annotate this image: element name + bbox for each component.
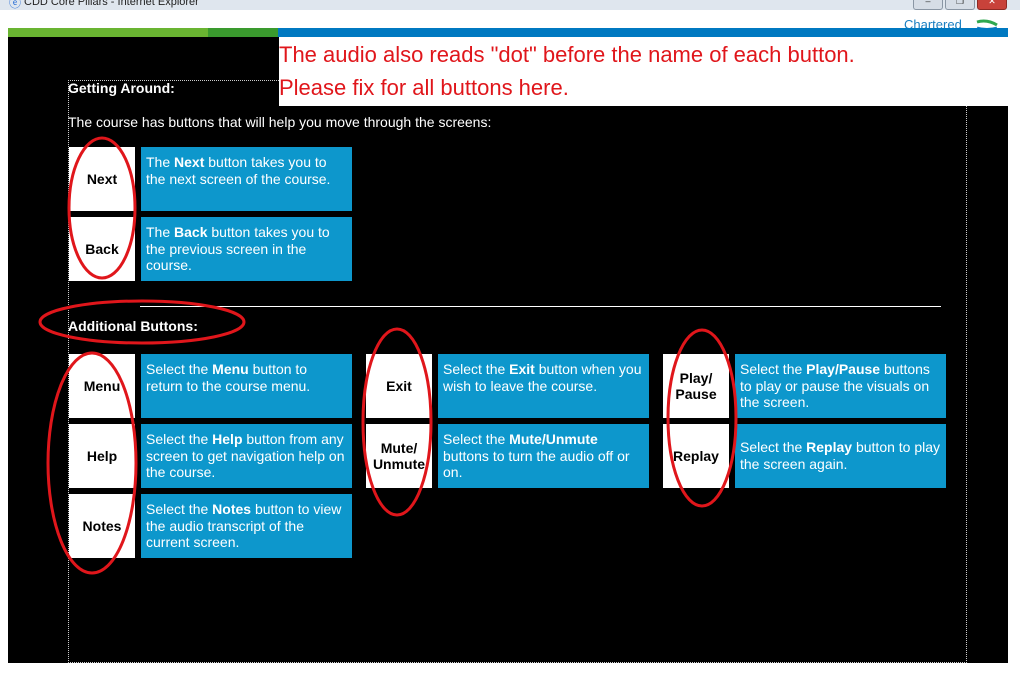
help-button[interactable]: Help bbox=[69, 424, 135, 488]
brand-bar: Chartered bbox=[0, 10, 1020, 37]
back-button[interactable]: Back bbox=[69, 217, 135, 281]
mute-unmute-description: Select the Mute/Unmute buttons to turn t… bbox=[438, 424, 649, 488]
play-pause-description: Select the Play/Pause buttons to play or… bbox=[735, 354, 946, 418]
header-stripe-green-light bbox=[8, 28, 208, 37]
exit-description: Select the Exit button when you wish to … bbox=[438, 354, 649, 418]
back-description: The Back button takes you to the previou… bbox=[141, 217, 352, 281]
mute-unmute-button[interactable]: Mute/ Unmute bbox=[366, 424, 432, 488]
window-title: CDD Core Pillars - Internet Explorer bbox=[24, 0, 199, 8]
header-stripe-blue bbox=[278, 28, 1008, 37]
section-divider bbox=[140, 306, 941, 307]
internet-explorer-icon: ⓔ bbox=[9, 0, 22, 10]
replay-button[interactable]: Replay bbox=[663, 424, 729, 488]
notes-button[interactable]: Notes bbox=[69, 494, 135, 558]
menu-description: Select the Menu button to return to the … bbox=[141, 354, 352, 418]
window-titlebar: ⓔ CDD Core Pillars - Internet Explorer –… bbox=[0, 0, 1020, 10]
minimize-button[interactable]: – bbox=[913, 0, 943, 10]
menu-button[interactable]: Menu bbox=[69, 354, 135, 418]
replay-description: Select the Replay button to play the scr… bbox=[735, 424, 946, 488]
play-pause-button[interactable]: Play/ Pause bbox=[663, 354, 729, 418]
annotation-line-2: Please fix for all buttons here. bbox=[279, 75, 569, 100]
header-stripe-green-dark bbox=[208, 28, 278, 37]
help-description: Select the Help button from any screen t… bbox=[141, 424, 352, 488]
close-button[interactable]: ✕ bbox=[977, 0, 1007, 10]
next-description: The Next button takes you to the next sc… bbox=[141, 147, 352, 211]
exit-button[interactable]: Exit bbox=[366, 354, 432, 418]
notes-description: Select the Notes button to view the audi… bbox=[141, 494, 352, 558]
getting-around-intro: The course has buttons that will help yo… bbox=[68, 114, 492, 130]
annotation-line-1: The audio also reads "dot" before the na… bbox=[279, 42, 855, 67]
next-button[interactable]: Next bbox=[69, 147, 135, 211]
getting-around-heading: Getting Around: bbox=[68, 80, 175, 96]
restore-button[interactable]: ❐ bbox=[945, 0, 975, 10]
additional-buttons-heading: Additional Buttons: bbox=[68, 318, 198, 334]
